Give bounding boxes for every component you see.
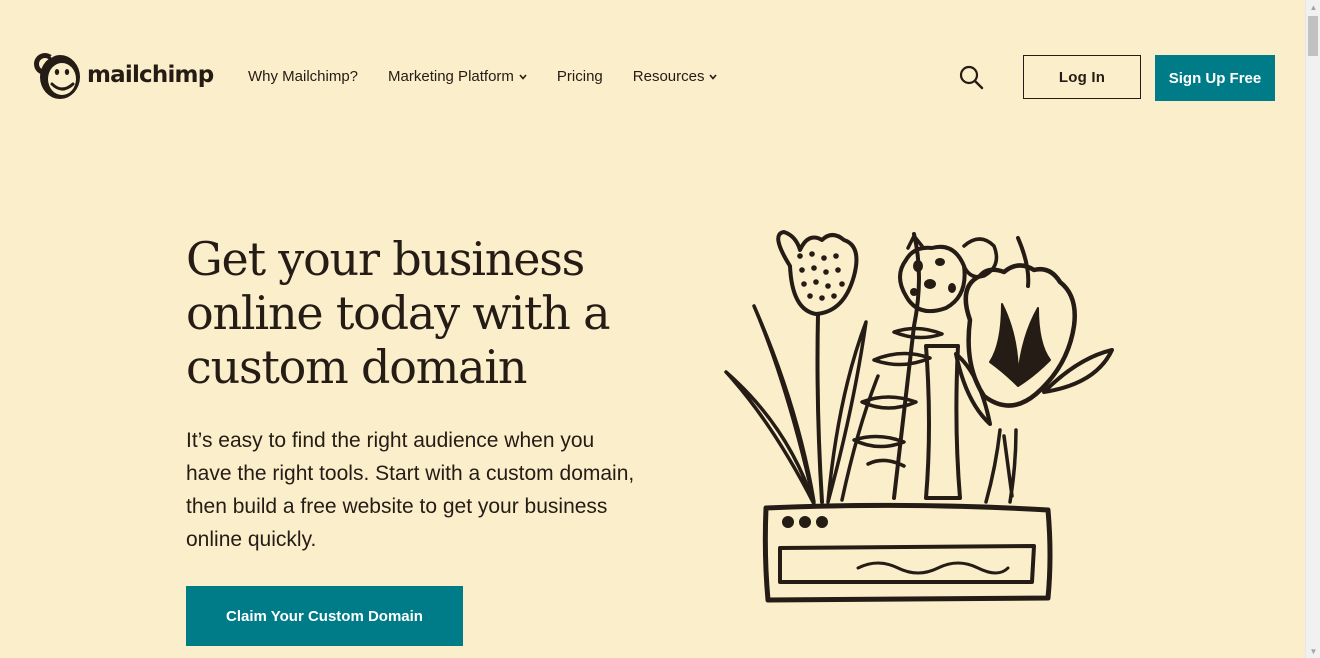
scroll-up-arrow-icon[interactable]: ▲ — [1306, 0, 1320, 14]
scroll-down-arrow-icon[interactable]: ▼ — [1306, 644, 1320, 658]
nav-label: Marketing Platform — [388, 68, 514, 85]
main-nav: Why Mailchimp? Marketing Platform Pricin… — [248, 68, 747, 85]
hero-title: Get your business online today with a cu… — [186, 232, 611, 394]
mailchimp-logo[interactable]: mailchimp — [31, 48, 214, 102]
nav-why-mailchimp[interactable]: Why Mailchimp? — [248, 68, 358, 85]
freddie-chimp-icon — [34, 52, 80, 99]
search-icon[interactable] — [958, 64, 986, 92]
site-header: mailchimp Why Mailchimp? Marketing Platf… — [0, 0, 1305, 155]
nav-label: Resources — [632, 68, 705, 85]
nav-pricing[interactable]: Pricing — [557, 68, 603, 85]
chevron-down-icon — [709, 73, 718, 80]
hero-description: It’s easy to find the right audience whe… — [186, 429, 635, 551]
brand-name: mailchimp — [87, 62, 214, 88]
nav-label: Why Mailchimp? — [248, 68, 359, 85]
signup-button[interactable]: Sign Up Free — [1155, 55, 1275, 101]
scrollbar-thumb[interactable] — [1308, 16, 1318, 56]
claim-domain-button[interactable]: Claim Your Custom Domain — [186, 586, 463, 646]
page-scrollbar[interactable]: ▲ ▼ — [1305, 0, 1320, 658]
nav-resources[interactable]: Resources — [633, 68, 718, 85]
nav-marketing-platform[interactable]: Marketing Platform — [388, 68, 527, 85]
flowers-in-planter-illustration — [724, 230, 1114, 603]
nav-label: Pricing — [556, 68, 603, 85]
login-button[interactable]: Log In — [1023, 55, 1141, 99]
chevron-down-icon — [519, 73, 527, 80]
